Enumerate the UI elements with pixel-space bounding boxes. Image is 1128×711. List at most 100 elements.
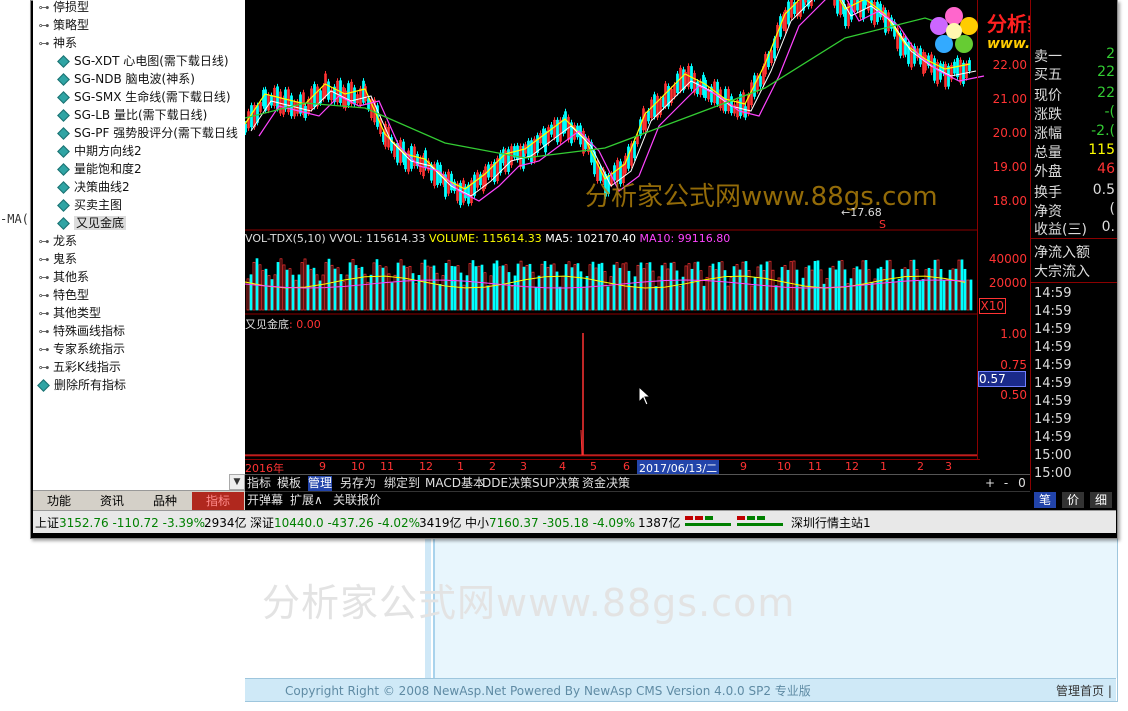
volume-bar bbox=[696, 261, 700, 311]
tree-item[interactable]: 删除所有指标 bbox=[35, 376, 126, 394]
volume-bar bbox=[345, 274, 349, 311]
event-marker-s[interactable]: S bbox=[879, 218, 886, 231]
tree-item[interactable]: 又见金底 bbox=[55, 214, 127, 232]
tree-item[interactable]: ⊶ 鬼系 bbox=[35, 250, 78, 269]
expand-key-icon[interactable]: ⊶ bbox=[35, 359, 53, 377]
tree-item[interactable]: 买卖主图 bbox=[55, 196, 122, 214]
tree-item[interactable]: ⊶ 专家系统指示 bbox=[35, 340, 126, 359]
sz-index[interactable]: 深证10440.0 -437.26 -4.02% bbox=[250, 514, 420, 531]
volume-bar bbox=[291, 274, 295, 311]
tree-tab-3[interactable]: 指标 bbox=[192, 492, 244, 510]
volume-unit-label: X10 bbox=[978, 298, 1006, 314]
tree-item[interactable]: SG-SMX 生命线(需下载日线) bbox=[55, 88, 231, 106]
zx-index[interactable]: 中小7160.37 -305.18 -4.09% bbox=[465, 514, 635, 531]
tree-tab-2[interactable]: 品种 bbox=[139, 492, 191, 510]
expand-key-icon[interactable]: ⊶ bbox=[35, 35, 53, 53]
volume-bar bbox=[327, 258, 331, 311]
expand-key-icon[interactable]: ⊶ bbox=[35, 305, 53, 323]
indicator-tree-panel: ⊶ 停损型 ⊶ 策略型 ⊶ 神系 SG-XDT 心电图(需下载日线) SG-NDB 脑电波(神… bbox=[33, 0, 246, 490]
tree-item[interactable]: ⊶ 五彩K线指示 bbox=[35, 358, 121, 376]
indicator-axis-label: 1.00 bbox=[1000, 327, 1027, 341]
tree-item[interactable]: SG-LB 量比(需下载日线) bbox=[55, 106, 207, 124]
tree-item-label: SG-PF 强势股评分(需下载日线 bbox=[74, 126, 238, 140]
toolbar-tab[interactable]: 另存为 bbox=[340, 476, 376, 491]
tree-item[interactable]: SG-NDB 脑电波(神系) bbox=[55, 70, 195, 88]
sh-index[interactable]: 上证3152.76 -110.72 -3.39% bbox=[35, 514, 205, 531]
tree-scroll-down-button[interactable]: ▼ bbox=[229, 474, 245, 490]
volume-bar bbox=[906, 269, 910, 311]
admin-home-link[interactable]: 管理首页 | bbox=[1056, 682, 1112, 699]
volume-bar bbox=[534, 286, 538, 311]
tree-item[interactable]: 中期方向线2 bbox=[55, 142, 142, 160]
volume-bar bbox=[915, 269, 919, 311]
toolbar-tab[interactable]: 管理 bbox=[308, 476, 333, 491]
toolbar-tab[interactable]: MACD基本 bbox=[425, 476, 485, 491]
candle-body bbox=[676, 73, 679, 94]
volume-bar bbox=[333, 268, 337, 311]
volume-bar bbox=[969, 279, 973, 311]
volume-bar bbox=[543, 261, 547, 311]
volume-bar bbox=[273, 274, 277, 311]
zoom-control-button[interactable]: + bbox=[983, 476, 997, 491]
tree-item[interactable]: SG-PF 强势股评分(需下载日线 bbox=[55, 124, 238, 142]
secondary-toolbar-item[interactable]: 关联报价 bbox=[333, 493, 381, 508]
tree-item[interactable]: ⊶ 其他系 bbox=[35, 268, 90, 287]
expand-key-icon[interactable]: ⊶ bbox=[35, 17, 53, 35]
volume-bar bbox=[453, 266, 457, 311]
indicator-axis-label: 0.75 bbox=[1000, 358, 1027, 372]
tree-tab-1[interactable]: 资讯 bbox=[86, 492, 138, 510]
tree-item[interactable]: ⊶ 神系 bbox=[35, 34, 78, 53]
expand-key-icon[interactable]: ⊶ bbox=[35, 251, 53, 269]
zoom-control-button[interactable]: 0 bbox=[1015, 476, 1029, 491]
tree-item[interactable]: ⊶ 策略型 bbox=[35, 16, 90, 35]
toolbar-tab[interactable]: DDE决策 bbox=[482, 476, 532, 491]
expand-key-icon[interactable]: ⊶ bbox=[35, 269, 53, 287]
tree-item[interactable]: ⊶ 特殊画线指标 bbox=[35, 322, 126, 341]
tree-item[interactable]: ⊶ 龙系 bbox=[35, 232, 78, 251]
volume-bar bbox=[381, 267, 385, 311]
volume-bar bbox=[285, 269, 289, 311]
volume-bar bbox=[294, 279, 298, 311]
volume-bar bbox=[732, 266, 736, 311]
toolbar-tab[interactable]: 绑定到 bbox=[384, 476, 420, 491]
indicator-axis: 1.00 0.75 0.50 0.57 bbox=[977, 314, 1030, 460]
tree-item[interactable]: 量能饱和度2 bbox=[55, 160, 142, 178]
volume-bar bbox=[621, 263, 625, 311]
volume-bar bbox=[666, 268, 670, 311]
volume-bar bbox=[690, 268, 694, 311]
toolbar-tab[interactable]: 指标 bbox=[247, 476, 271, 491]
secondary-toolbar-item[interactable]: 扩展∧ bbox=[290, 493, 323, 508]
expand-key-icon[interactable]: ⊶ bbox=[35, 0, 53, 17]
zoom-control-button[interactable]: - bbox=[999, 476, 1013, 491]
volume-bar bbox=[681, 276, 685, 311]
server-name[interactable]: 深圳行情主站1 bbox=[791, 514, 871, 531]
volume-bar bbox=[876, 268, 880, 311]
tree-item[interactable]: 决策曲线2 bbox=[55, 178, 130, 196]
volume-bar bbox=[609, 276, 613, 311]
toolbar-tab[interactable]: 资金决策 bbox=[582, 476, 630, 491]
tree-item[interactable]: SG-XDT 心电图(需下载日线) bbox=[55, 52, 229, 70]
expand-key-icon[interactable]: ⊶ bbox=[35, 323, 53, 341]
toolbar-tab[interactable]: 模板 bbox=[277, 476, 301, 491]
tree-tab-0[interactable]: 功能 bbox=[33, 492, 85, 510]
volume-bar bbox=[303, 258, 307, 311]
tick-tab[interactable]: 笔 bbox=[1034, 492, 1056, 508]
volume-bar bbox=[789, 261, 793, 311]
secondary-toolbar-item[interactable]: 开弹幕 bbox=[247, 493, 283, 508]
tree-item-label: 决策曲线2 bbox=[74, 180, 130, 194]
expand-key-icon[interactable]: ⊶ bbox=[35, 233, 53, 251]
volume-bar bbox=[612, 264, 616, 311]
tick-time: 15:00 bbox=[1034, 466, 1072, 481]
toolbar-tab[interactable]: SUP决策 bbox=[532, 476, 580, 491]
tick-tab[interactable]: 价 bbox=[1062, 492, 1084, 508]
expand-key-icon[interactable]: ⊶ bbox=[35, 287, 53, 305]
tree-item[interactable]: ⊶ 其他类型 bbox=[35, 304, 102, 323]
quote-value: -( bbox=[1104, 104, 1115, 120]
tree-item[interactable]: ⊶ 停损型 bbox=[35, 0, 90, 17]
expand-key-icon[interactable]: ⊶ bbox=[35, 341, 53, 359]
tick-tab[interactable]: 细 bbox=[1090, 492, 1112, 508]
quote-label: 收益(三) bbox=[1034, 222, 1087, 238]
tree-item[interactable]: ⊶ 特色型 bbox=[35, 286, 90, 305]
volume-bar bbox=[246, 278, 250, 311]
volume-bar bbox=[429, 266, 433, 311]
